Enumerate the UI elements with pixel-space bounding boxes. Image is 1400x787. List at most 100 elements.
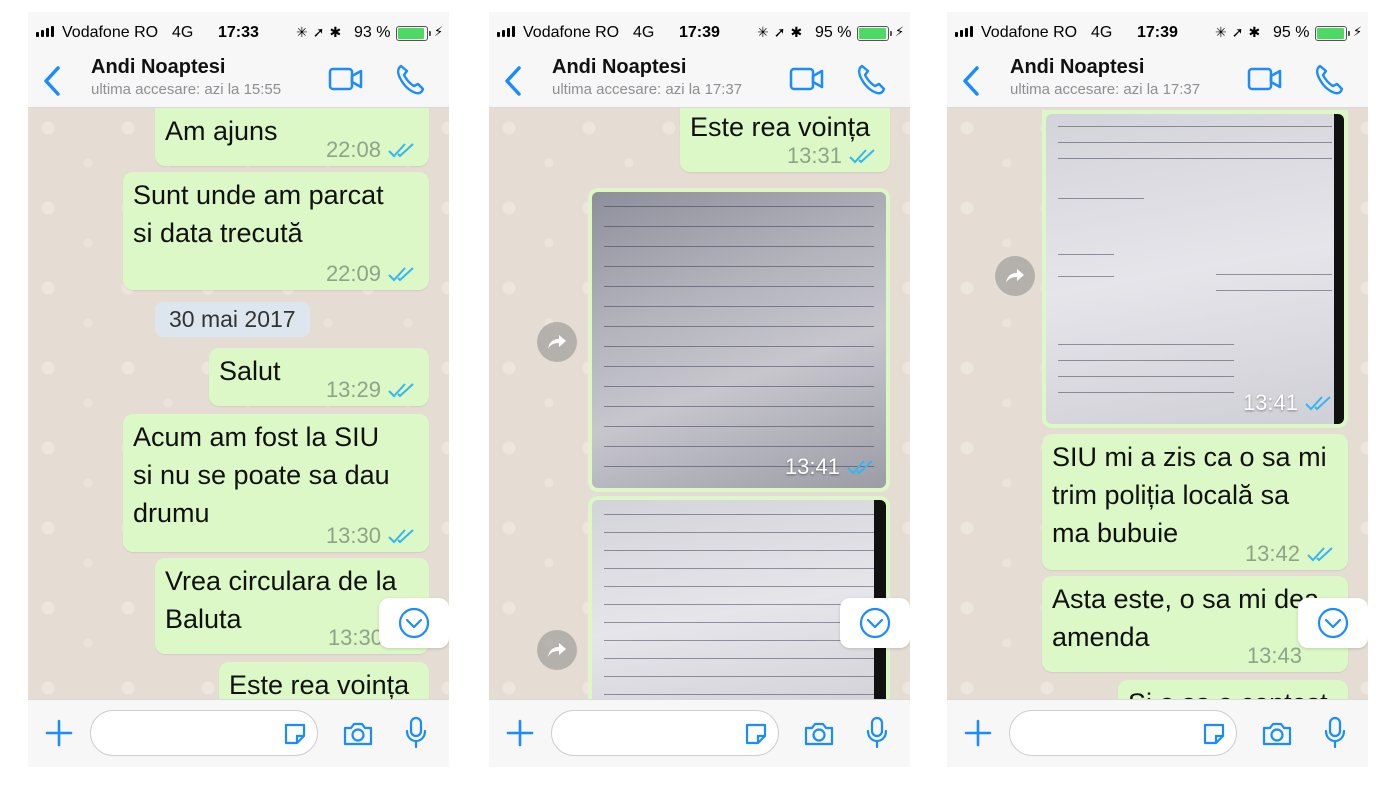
contact-name[interactable]: Andi Noaptesi [91, 56, 225, 79]
loading-icon: ✳ [296, 24, 308, 40]
forward-arrow-icon [548, 335, 566, 349]
status-bar: Vodafone RO 4G 17:39 ✳ ➚ ✱ 95 % ⚡ [489, 12, 910, 54]
chat-screen-3: Vodafone RO 4G 17:39 ✳ ➚ ✱ 95 % ⚡ Andi N… [947, 12, 1368, 767]
message-bubble[interactable]: Salut 13:29 [209, 348, 429, 406]
date-separator: 30 mai 2017 [155, 302, 310, 337]
message-time: 13:42 [1244, 541, 1300, 566]
scroll-to-bottom-button[interactable] [840, 598, 910, 648]
forward-arrow-icon [1006, 269, 1024, 283]
video-call-icon[interactable] [789, 66, 825, 97]
carrier-label: Vodafone RO [523, 24, 620, 41]
battery-icon [396, 26, 431, 41]
last-seen: ultima accesare: azi la 15:55 [91, 81, 282, 98]
handwritten-document-photo [1046, 114, 1344, 424]
phone-call-icon[interactable] [855, 62, 887, 101]
message-text: Si o sa o contest [1128, 684, 1336, 699]
phone-call-icon[interactable] [1313, 62, 1345, 101]
sticker-icon[interactable] [743, 721, 769, 752]
charging-icon: ⚡ [895, 24, 905, 39]
status-bar: Vodafone RO 4G 17:39 ✳ ➚ ✱ 95 % ⚡ [947, 12, 1368, 54]
scroll-to-bottom-button[interactable] [379, 598, 449, 648]
read-ticks-icon [1304, 395, 1334, 411]
loading-icon: ✳ [757, 24, 769, 40]
message-list[interactable]: Este rea voința 13:31 13:41 [489, 108, 910, 699]
charging-icon: ⚡ [1353, 24, 1363, 39]
forward-button[interactable] [537, 630, 577, 670]
scroll-to-bottom-button[interactable] [1298, 598, 1368, 648]
bluetooth-icon: ✱ [790, 24, 803, 40]
message-bubble[interactable]: SIU mi a zis ca o sa mi trim poliția loc… [1042, 434, 1348, 570]
location-icon: ➚ [773, 24, 786, 40]
last-seen: ultima accesare: azi la 17:37 [552, 81, 743, 98]
read-ticks-icon [846, 459, 876, 475]
carrier-label: Vodafone RO [981, 24, 1078, 41]
camera-icon[interactable] [1261, 720, 1293, 753]
sticker-icon[interactable] [282, 721, 308, 752]
camera-icon[interactable] [342, 720, 374, 753]
message-time: 22:08 [325, 137, 381, 162]
message-time: 13:30 [325, 523, 381, 548]
image-message[interactable] [588, 496, 890, 699]
contact-name[interactable]: Andi Noaptesi [1010, 56, 1144, 79]
message-list[interactable]: 13:41 SIU mi a zis ca o sa mi trim poliț… [947, 108, 1368, 699]
message-time: 22:09 [325, 261, 381, 286]
plus-icon[interactable] [963, 718, 993, 753]
read-ticks-icon [387, 528, 417, 544]
message-bubble[interactable]: Sunt unde am parcat si data trecută 22:0… [123, 172, 429, 290]
chevron-down-icon [398, 607, 430, 639]
signal-icon [36, 26, 54, 37]
message-bubble[interactable]: Este rea voința [219, 662, 429, 699]
image-message[interactable]: 13:41 [588, 188, 890, 492]
status-time: 17:33 [218, 24, 259, 41]
message-list[interactable]: Am ajuns 22:08 Sunt unde am parcat si da… [28, 108, 449, 699]
battery-percent: 93 % [354, 24, 391, 41]
chat-screen-1: Vodafone RO 4G 17:33 ✳ ➚ ✱ 93 % ⚡ Andi N… [28, 12, 449, 767]
back-chevron-icon[interactable] [957, 64, 987, 98]
message-text: Acum am fost la SIU si nu se poate sa da… [133, 422, 390, 528]
forward-button[interactable] [537, 322, 577, 362]
status-bar: Vodafone RO 4G 17:33 ✳ ➚ ✱ 93 % ⚡ [28, 12, 449, 54]
message-bubble[interactable]: Am ajuns 22:08 [155, 108, 429, 166]
location-icon: ➚ [1231, 24, 1244, 40]
plus-icon[interactable] [44, 718, 74, 753]
chat-header: Andi Noaptesi ultima accesare: azi la 17… [489, 54, 910, 108]
contact-name[interactable]: Andi Noaptesi [552, 56, 686, 79]
chevron-down-icon [1317, 607, 1349, 639]
message-text: Sunt unde am parcat si data trecută [133, 180, 384, 248]
microphone-icon[interactable] [404, 716, 428, 755]
message-bubble[interactable]: Este rea voința 13:31 [680, 108, 890, 172]
carrier-label: Vodafone RO [62, 24, 159, 41]
status-time: 17:39 [1137, 24, 1178, 41]
message-text: Este rea voința [229, 670, 410, 699]
sticker-icon[interactable] [1201, 721, 1227, 752]
status-time: 17:39 [679, 24, 720, 41]
composer-bar [28, 699, 449, 767]
battery-level [398, 28, 425, 39]
forward-button[interactable] [995, 256, 1035, 296]
video-call-icon[interactable] [1247, 66, 1283, 97]
read-ticks-icon [848, 148, 878, 164]
composer-bar [489, 699, 910, 767]
camera-icon[interactable] [803, 720, 835, 753]
back-chevron-icon[interactable] [38, 64, 68, 98]
microphone-icon[interactable] [865, 716, 889, 755]
message-time: 13:43 [1246, 643, 1302, 668]
phone-call-icon[interactable] [394, 62, 426, 101]
location-icon: ➚ [312, 24, 325, 40]
battery-level [1317, 28, 1344, 39]
last-seen: ultima accesare: azi la 17:37 [1010, 81, 1201, 98]
message-time: 13:30 [327, 625, 383, 650]
back-chevron-icon[interactable] [499, 64, 529, 98]
image-message[interactable]: 13:41 [1042, 110, 1348, 428]
handwritten-document-photo [592, 192, 886, 488]
charging-icon: ⚡ [434, 24, 444, 39]
video-call-icon[interactable] [328, 66, 364, 97]
network-label: 4G [172, 24, 194, 41]
message-time: 13:31 [786, 143, 842, 168]
message-text: SIU mi a zis ca o sa mi trim poliția loc… [1052, 442, 1327, 548]
message-bubble[interactable]: Si o sa o contest [1118, 680, 1348, 699]
message-bubble[interactable]: Acum am fost la SIU si nu se poate sa da… [123, 414, 429, 552]
microphone-icon[interactable] [1323, 716, 1347, 755]
plus-icon[interactable] [505, 718, 535, 753]
read-ticks-icon [387, 382, 417, 398]
